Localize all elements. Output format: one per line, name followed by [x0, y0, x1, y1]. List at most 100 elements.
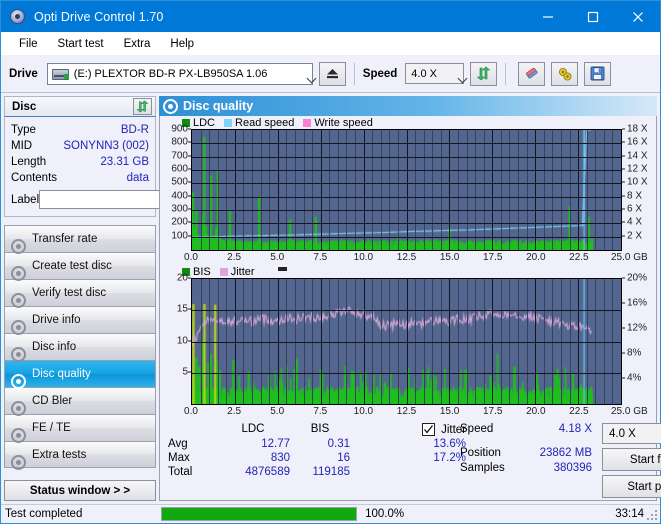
disc-quality-icon: [163, 98, 178, 114]
close-button[interactable]: [615, 1, 660, 32]
stats-max-bis: 16: [337, 452, 350, 464]
app-window: Opti Drive Control 1.70 File Start test …: [0, 0, 661, 524]
y2-tick-label: 16 X: [627, 136, 648, 148]
stats-avg-ldc: 12.77: [261, 438, 290, 450]
y-tick-label: 900: [171, 123, 188, 135]
x-tick-label: 10.0: [353, 406, 374, 417]
disc-type-value: BD-R: [120, 124, 149, 136]
menu-item-help[interactable]: Help: [160, 35, 204, 53]
x-tick-label: 0.0: [184, 406, 198, 417]
disc-mid-label: MID: [11, 140, 33, 152]
disc-type-label: Type: [11, 124, 36, 136]
main-header: Disc quality: [159, 96, 657, 116]
y-tick-label: 100: [171, 230, 188, 242]
y-tick-label: 20: [176, 272, 188, 284]
x-tick-label: 7.5: [313, 252, 328, 263]
maximize-button[interactable]: [570, 1, 615, 32]
disc-length-value: 23.31 GB: [100, 156, 149, 168]
x-tick-label: 22.5: [569, 252, 589, 263]
legend-label-write-speed: Write speed: [314, 116, 373, 129]
legend-swatch-jitter: [219, 267, 228, 276]
erase-button[interactable]: [518, 61, 546, 86]
menu-item-extra[interactable]: Extra: [114, 35, 161, 53]
legend-label-jitter: Jitter: [230, 265, 255, 278]
drive-icon: [51, 66, 69, 81]
resize-grip[interactable]: [647, 510, 657, 520]
y-tick-label: 800: [171, 136, 188, 148]
stats-row-label-total: Total: [168, 466, 193, 478]
sidebar-item-create-test-disc[interactable]: Create test disc: [4, 252, 156, 281]
menu-item-file[interactable]: File: [9, 35, 48, 53]
y-tick-label: 400: [171, 190, 188, 202]
x-tick-label: 0.0: [184, 252, 198, 263]
x-tick-label: 17.5: [482, 406, 503, 417]
legend-swatch-write-speed: [303, 118, 312, 127]
test-speed-select[interactable]: 4.0 X: [602, 423, 661, 444]
charts-area: LDC Read speed Write speed 100 200 300 400 5…: [159, 116, 661, 501]
drive-select-value: (E:) PLEXTOR BD-R PX-LB950SA 1.06: [73, 67, 268, 80]
y2-tick-label: 8%: [627, 347, 642, 359]
bis-chart-legend: BIS Jitter: [160, 265, 656, 278]
disc-row-length: Length 23.31 GB: [11, 154, 149, 170]
disc-panel-title: Disc: [12, 100, 37, 113]
stats-header-bis: BIS: [310, 423, 330, 435]
stats-header-ldc: LDC: [241, 423, 265, 435]
stats-avg-jitter: 13.6%: [433, 438, 466, 450]
y2-tick-label: 10 X: [627, 176, 648, 188]
stats-max-ldc: 830: [270, 452, 290, 464]
y-tick-label: 700: [171, 150, 188, 162]
menu-bar: File Start test Extra Help: [1, 32, 660, 55]
position-label: Position: [460, 447, 501, 459]
x-tick-label: 25.0 GB: [610, 406, 648, 417]
sidebar-item-drive-info[interactable]: Drive info: [4, 306, 156, 335]
y-tick-label: 10: [176, 335, 188, 346]
save-button[interactable]: [584, 61, 612, 86]
ldc-plot-area: [191, 129, 622, 251]
refresh-button[interactable]: [470, 61, 498, 86]
sidebar-item-transfer-rate[interactable]: Transfer rate: [4, 225, 156, 254]
drive-select[interactable]: (E:) PLEXTOR BD-R PX-LB950SA 1.06: [46, 62, 313, 85]
sidebar-item-disc-quality[interactable]: Disc quality: [4, 360, 156, 389]
disc-refresh-button[interactable]: [133, 98, 152, 115]
status-window-button[interactable]: Status window > >: [4, 480, 156, 501]
main-panel: Disc quality LDC Read speed Write speed …: [159, 93, 661, 504]
window-title: Opti Drive Control 1.70: [34, 9, 164, 24]
status-window-wrap: Status window > >: [4, 474, 156, 501]
y2-tick-label: 8 X: [627, 190, 643, 202]
test-speed-value: 4.0 X: [609, 427, 636, 440]
start-full-button[interactable]: Start full: [602, 448, 661, 471]
x-tick-label: 7.5: [313, 406, 328, 417]
sidebar-item-cd-bler[interactable]: CD Bler: [4, 387, 156, 416]
y2-tick-label: 4%: [627, 372, 642, 384]
start-part-button[interactable]: Start part: [602, 475, 661, 498]
position-value: 23862 MB: [539, 447, 592, 459]
settings-button[interactable]: [551, 61, 579, 86]
speed-select[interactable]: 4.0 X: [405, 63, 465, 84]
y2-tick-label: 4 X: [627, 216, 643, 228]
sidebar-item-fe-te[interactable]: FE / TE: [4, 414, 156, 443]
stats-max-jitter: 17.2%: [433, 452, 466, 464]
disc-contents-value: data: [126, 172, 149, 184]
x-tick-label: 22.5: [569, 406, 589, 417]
drive-label: Drive: [9, 67, 38, 80]
sidebar-item-extra-tests[interactable]: Extra tests: [4, 441, 156, 470]
sidebar-item-disc-info[interactable]: Disc info: [4, 333, 156, 362]
y2-tick-label: 2 X: [627, 230, 643, 242]
jitter-checkbox[interactable]: [422, 423, 436, 436]
elapsed-time: 33:14: [615, 508, 644, 520]
eject-button[interactable]: [318, 61, 346, 86]
y-tick-label: 300: [171, 203, 188, 215]
y2-tick-label: 18 X: [627, 123, 648, 135]
body: Disc Type BD-R MID SONYNN3 (002) Length …: [1, 93, 661, 504]
legend-swatch-marker: [277, 267, 287, 271]
sidebar-item-verify-test-disc[interactable]: Verify test disc: [4, 279, 156, 308]
y-tick-label: 15: [176, 303, 188, 315]
bis-plot-area: [191, 278, 622, 405]
disc-panel-header: Disc: [4, 96, 156, 117]
menu-item-start-test[interactable]: Start test: [48, 35, 114, 53]
minimize-button[interactable]: [525, 1, 570, 32]
stats-row-label-max: Max: [168, 452, 190, 464]
x-tick-label: 20.0: [526, 252, 546, 263]
sidebar-item-label: FE / TE: [32, 422, 71, 434]
stats-panel: LDC BIS Jitter Avg 12.77 0.31 13.6% Max …: [160, 419, 661, 500]
